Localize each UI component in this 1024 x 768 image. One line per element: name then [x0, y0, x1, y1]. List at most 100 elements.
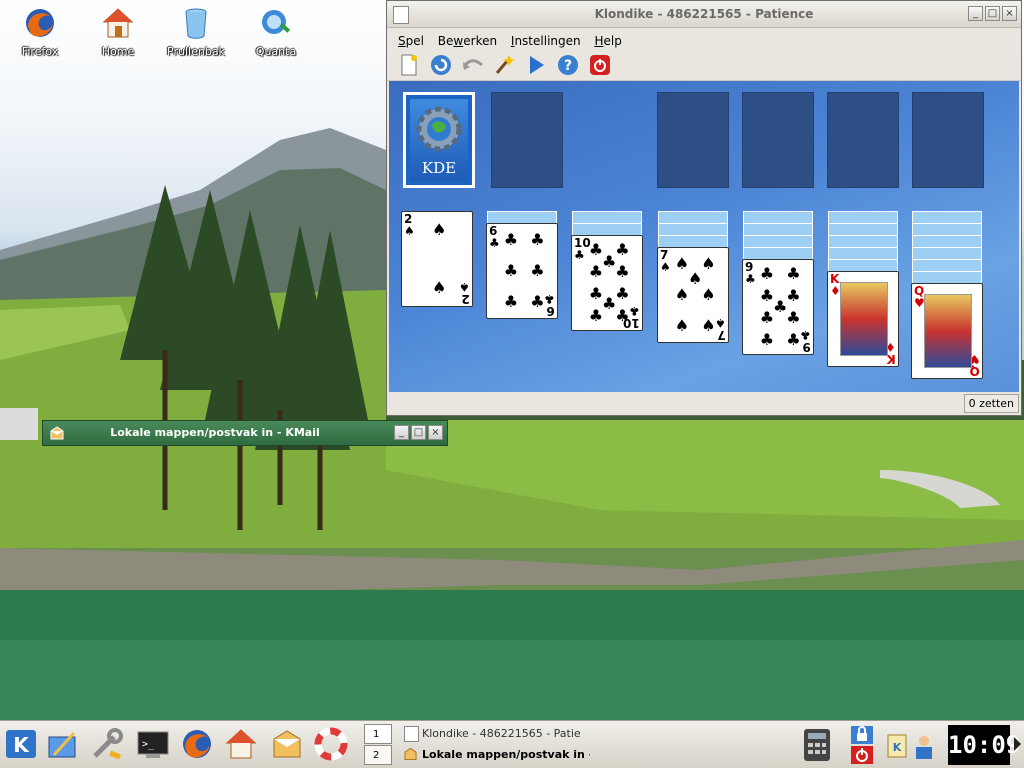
calculator-icon[interactable]	[800, 725, 834, 765]
tableau-card[interactable]: 2 ♠ 2 ♠ ♠ ♠	[401, 211, 473, 307]
card-pip: ♣	[602, 294, 617, 314]
foundation-2[interactable]	[742, 92, 814, 188]
minimize-button[interactable]: _	[968, 6, 983, 21]
stock-pile[interactable]: KDE	[403, 92, 475, 188]
card-pip: ♣	[615, 305, 630, 325]
card-pip: ♠	[701, 316, 716, 336]
desktop-icon-label: Home	[101, 45, 135, 58]
menu-help[interactable]: Help	[589, 28, 626, 48]
kmail-window[interactable]: Lokale mappen/postvak in - KMail _ □ ×	[42, 420, 448, 446]
tableau-card[interactable]: Q ♥ Q ♥	[911, 283, 983, 379]
tableau-card[interactable]: 10 ♣ 10 ♣ ♣ ♣ ♣ ♣ ♣ ♣ ♣ ♣ ♣ ♣	[571, 235, 643, 331]
kde-gear-icon	[416, 106, 462, 152]
tray-expand-icon[interactable]	[1014, 737, 1021, 751]
foundation-1[interactable]	[657, 92, 729, 188]
card-pip: ♠	[701, 285, 716, 304]
card-rank: 2 ♠	[459, 280, 470, 306]
card-pip: ♣	[588, 240, 604, 260]
card-pip: ♣	[530, 229, 545, 249]
foundation-4[interactable]	[912, 92, 984, 188]
card-pip: ♠	[674, 285, 690, 304]
help-icon[interactable]: ?	[556, 53, 580, 77]
statusbar: 0 zetten	[389, 393, 1019, 413]
card-pip: ♣	[759, 329, 775, 349]
patience-window: Klondike - 486221565 - Patience _ □ × Spel…	[386, 0, 1022, 416]
task-label: Klondike - 486221565 - Patie	[422, 727, 581, 740]
waste-pile[interactable]	[491, 92, 563, 188]
desktop-icon-label: Prullenbak	[167, 45, 225, 58]
desktop-icon-quanta[interactable]: Quanta	[240, 6, 312, 58]
close-button[interactable]: ×	[428, 425, 443, 440]
logout-icon[interactable]	[850, 745, 874, 765]
card-pip: ♠	[701, 253, 716, 273]
firefox-icon	[26, 9, 54, 37]
desktop-1-button[interactable]: 1	[364, 724, 392, 744]
system-tray-icons[interactable]: K	[886, 725, 938, 765]
desktop-2-button[interactable]: 2	[364, 745, 392, 765]
tableau-card[interactable]: 9 ♣ 9 ♣ ♣ ♣ ♣ ♣ ♣ ♣ ♣ ♣ ♣	[742, 259, 814, 355]
card-back: KDE	[410, 99, 468, 181]
task-patience[interactable]: Klondike - 486221565 - Patie	[398, 723, 590, 744]
menu-bewerken[interactable]: Bewerken	[433, 28, 502, 48]
undo-icon[interactable]	[461, 53, 485, 77]
task-list: Klondike - 486221565 - Patie Lokale mapp…	[398, 723, 590, 767]
maximize-button[interactable]: □	[985, 6, 1000, 21]
card-rank: 6 ♣	[544, 292, 555, 318]
hint-icon[interactable]	[492, 53, 516, 77]
card-pip: ♣	[786, 264, 801, 284]
control-center-icon[interactable]	[90, 727, 124, 761]
show-desktop-icon[interactable]	[46, 727, 80, 761]
new-game-icon[interactable]	[397, 53, 421, 77]
patience-titlebar[interactable]: Klondike - 486221565 - Patience _ □ ×	[387, 1, 1021, 28]
foundation-3[interactable]	[827, 92, 899, 188]
move-counter: 0 zetten	[963, 394, 1019, 413]
card-pip: ♣	[759, 286, 775, 306]
close-button[interactable]: ×	[1002, 6, 1017, 21]
card-rank: 7 ♠	[715, 316, 726, 342]
card-pip: ♠	[674, 316, 690, 336]
card-pip: ♣	[773, 297, 788, 316]
desktop-icon-label: Firefox	[21, 45, 59, 58]
card-pip: ♣	[759, 307, 775, 327]
restart-icon[interactable]	[429, 53, 453, 77]
desktop-icon-home[interactable]: Home	[82, 6, 154, 58]
card-pip: ♣	[588, 262, 604, 282]
card-pip: ♣	[503, 229, 519, 249]
card-pip: ♣	[786, 329, 801, 349]
card-rank: 9 ♣	[800, 328, 811, 354]
tableau-card[interactable]: 7 ♠ 7 ♠ ♠ ♠ ♠ ♠ ♠ ♠ ♠	[657, 247, 729, 343]
card-pip: ♣	[615, 283, 630, 303]
desktop-icon-firefox[interactable]: Firefox	[4, 6, 76, 58]
redo-icon[interactable]	[524, 53, 548, 77]
home-icon[interactable]	[224, 727, 258, 761]
firefox-icon[interactable]	[180, 727, 214, 761]
window-title: Lokale mappen/postvak in - KMail	[110, 426, 320, 439]
card-pip: ♣	[786, 286, 801, 306]
menu-instellingen[interactable]: Instellingen	[506, 28, 586, 48]
card-pip: ♠	[688, 269, 703, 289]
clock[interactable]: 10:09	[948, 725, 1020, 765]
menu-spel[interactable]: Spel	[393, 28, 429, 48]
tableau-card[interactable]: 6 ♣ 6 ♣ ♣ ♣ ♣ ♣ ♣ ♣	[486, 223, 558, 319]
terminal-icon[interactable]: >_	[136, 727, 170, 761]
desktop-icon-trash[interactable]: Prullenbak	[160, 6, 232, 58]
kmail-icon[interactable]	[270, 727, 304, 761]
maximize-button[interactable]: □	[411, 425, 426, 440]
lock-screen-icon[interactable]	[850, 725, 874, 745]
tableau-card[interactable]: K ♦ K ♦	[827, 271, 899, 367]
minimize-button[interactable]: _	[394, 425, 409, 440]
game-board: KDE 2 ♠ 2 ♠ ♠ ♠ 6 ♣ 6 ♣ ♣ ♣ ♣ ♣ ♣ ♣ 10 ♣ 10 ♣ ♣ ♣ ♣ ♣ ♣ ♣ ♣ ♣ ♣ ♣ 7 ♠ 7 ♠…	[389, 81, 1019, 392]
quit-icon[interactable]	[588, 53, 612, 77]
svg-text:?: ?	[564, 58, 572, 74]
card-pip: ♣	[615, 240, 630, 260]
card-pip: ♣	[602, 251, 617, 271]
kde-menu-icon[interactable]: K	[4, 727, 38, 761]
task-kmail[interactable]: Lokale mappen/postvak in - K	[398, 744, 590, 765]
toolbar: ?	[387, 50, 1021, 81]
lifebuoy-help-icon[interactable]	[314, 727, 348, 761]
patience-app-icon	[404, 726, 419, 742]
court-card-face	[840, 282, 888, 356]
card-rank: 7 ♠	[660, 248, 671, 274]
deck-label: KDE	[421, 159, 457, 177]
card-pip: ♣	[530, 292, 545, 312]
